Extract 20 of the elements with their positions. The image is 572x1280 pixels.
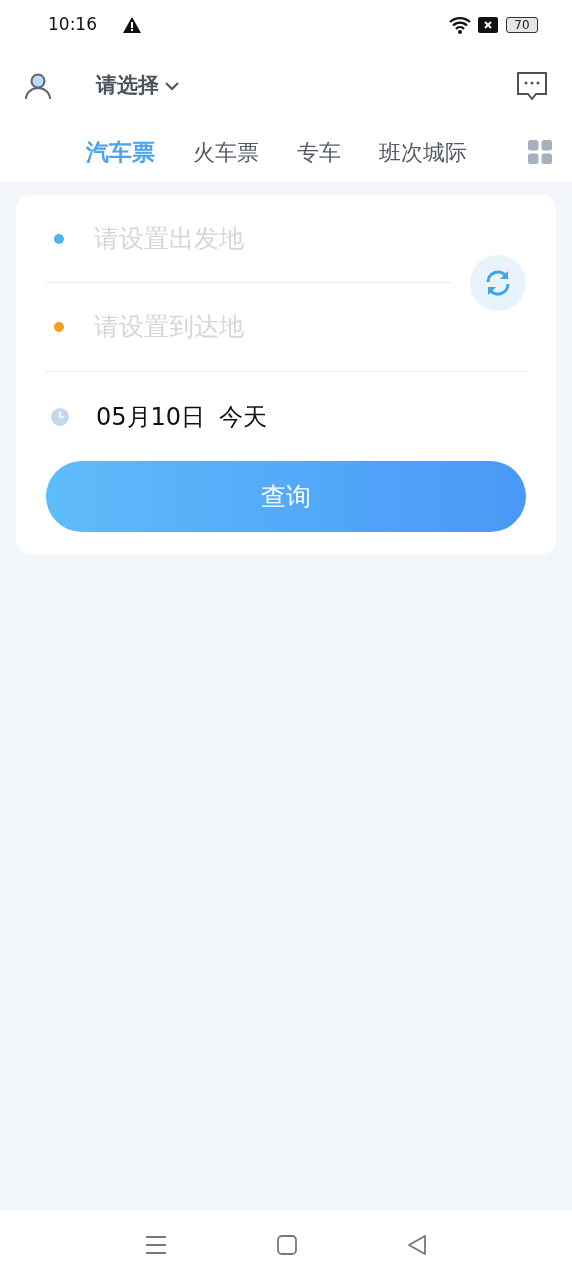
tab[interactable]: 班次城际 xyxy=(379,135,467,169)
date-text[interactable]: 05月10日 xyxy=(96,398,206,435)
menu-icon[interactable] xyxy=(145,1235,167,1255)
city-picker[interactable]: 请选择 xyxy=(96,70,179,102)
swap-button[interactable] xyxy=(470,255,526,311)
tab[interactable]: 火车票 xyxy=(193,135,259,169)
message-icon[interactable] xyxy=(516,71,548,101)
user-icon[interactable] xyxy=(24,72,52,100)
swap-icon xyxy=(484,269,512,297)
sim-icon xyxy=(478,17,498,33)
clock-icon xyxy=(51,407,69,426)
home-icon[interactable] xyxy=(277,1235,297,1255)
back-icon[interactable] xyxy=(407,1235,427,1255)
battery-icon: 70 xyxy=(506,17,538,33)
status-time: 10:16 xyxy=(48,13,97,37)
day-text: 今天 xyxy=(219,401,268,433)
chevron-down-icon xyxy=(165,81,179,91)
tab[interactable]: 专车 xyxy=(297,135,341,169)
wifi-icon xyxy=(448,16,472,34)
warning-icon xyxy=(123,17,141,33)
